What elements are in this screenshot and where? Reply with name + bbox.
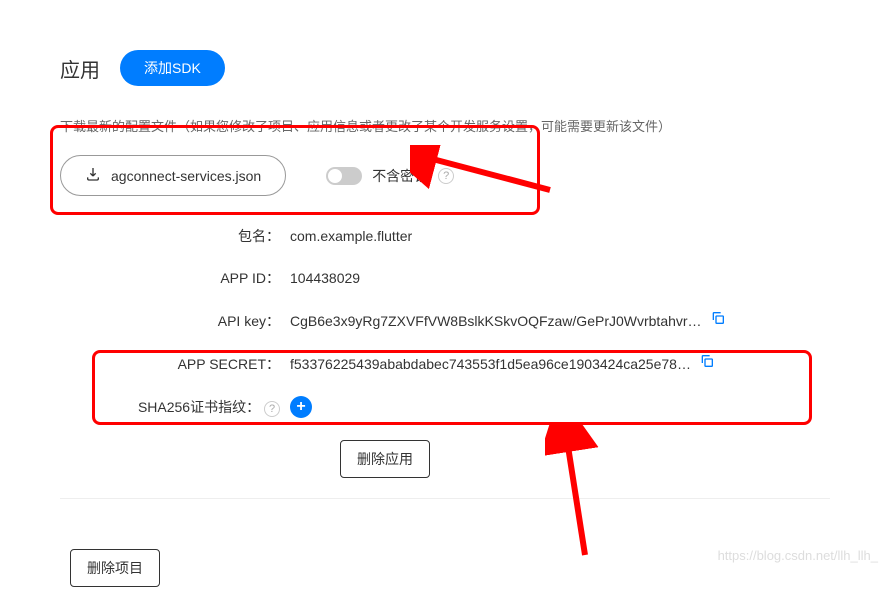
help-icon[interactable]: ? <box>438 168 454 184</box>
download-hint: 下载最新的配置文件（如果您修改了项目、应用信息或者更改了某个开发服务设置，可能需… <box>60 116 830 135</box>
sha256-label: SHA256证书指纹： ? <box>120 397 290 417</box>
package-value: com.example.flutter <box>290 228 412 244</box>
appsecret-label: APP SECRET： <box>120 354 290 374</box>
watermark: https://blog.csdn.net/llh_llh_ <box>718 548 878 563</box>
section-title: 应用 <box>60 54 100 83</box>
package-label: 包名： <box>120 226 290 246</box>
toggle-knob <box>328 169 342 183</box>
add-sha256-button[interactable]: + <box>290 396 312 418</box>
appid-value: 104438029 <box>290 270 360 286</box>
copy-apikey-icon[interactable] <box>710 310 726 331</box>
toggle-label: 不含密钥 <box>372 166 428 186</box>
download-config-button[interactable]: agconnect-services.json <box>60 155 286 196</box>
delete-project-button[interactable]: 删除项目 <box>70 549 160 587</box>
appsecret-value: f53376225439ababdabec743553f1d5ea96ce190… <box>290 356 691 372</box>
help-icon[interactable]: ? <box>264 401 280 417</box>
appid-label: APP ID： <box>120 268 290 288</box>
apikey-label: API key： <box>120 311 290 331</box>
download-filename: agconnect-services.json <box>111 168 261 184</box>
add-sdk-button[interactable]: 添加SDK <box>120 50 225 86</box>
copy-appsecret-icon[interactable] <box>699 353 715 374</box>
exclude-key-toggle[interactable] <box>326 167 362 185</box>
delete-app-button[interactable]: 删除应用 <box>340 440 430 478</box>
apikey-value: CgB6e3x9yRg7ZXVFfVW8BslkKSkvOQFzaw/GePrJ… <box>290 313 702 329</box>
download-icon <box>85 166 101 185</box>
divider <box>60 498 830 499</box>
